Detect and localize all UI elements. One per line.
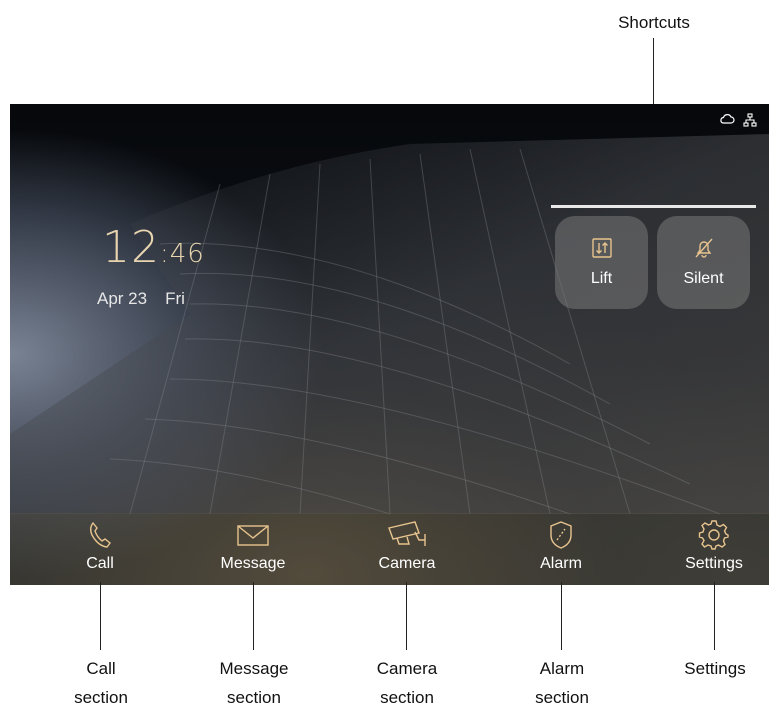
- clock-separator: :: [160, 239, 170, 269]
- call-callout-line1: Call: [86, 659, 116, 678]
- date-day-month: Apr 23: [97, 289, 148, 308]
- shortcut-silent-label: Silent: [683, 270, 724, 287]
- settings-callout-line1: Settings: [684, 659, 746, 678]
- cloud-icon: [719, 113, 735, 127]
- camera-callout-line1: Camera: [376, 659, 438, 678]
- shortcut-silent-button[interactable]: Silent: [657, 216, 750, 309]
- nav-alarm-button[interactable]: Alarm: [501, 517, 621, 581]
- shortcut-lift-button[interactable]: Lift: [555, 216, 648, 309]
- camera-callout-line: [406, 582, 407, 650]
- nav-camera-button[interactable]: Camera: [347, 517, 467, 581]
- phone-icon: [88, 517, 112, 553]
- shortcut-lift-label: Lift: [590, 270, 613, 287]
- nav-settings-button[interactable]: Settings: [654, 517, 769, 581]
- message-callout-line: [253, 582, 254, 650]
- clock: 12:46: [102, 222, 205, 273]
- nav-call-button[interactable]: Call: [40, 517, 160, 581]
- date-weekday: Fri: [165, 289, 185, 308]
- nav-alarm-label: Alarm: [540, 555, 582, 572]
- call-callout-label: Call section: [74, 654, 128, 712]
- call-callout-line: [100, 582, 101, 650]
- nav-message-label: Message: [220, 555, 286, 572]
- network-icon: [743, 113, 757, 127]
- settings-callout-line: [714, 582, 715, 650]
- nav-camera-label: Camera: [378, 555, 436, 572]
- envelope-icon: [236, 517, 270, 553]
- clock-hours: 12: [102, 222, 160, 273]
- shortcuts-callout-label: Shortcuts: [618, 13, 690, 32]
- shield-icon: [548, 517, 574, 553]
- nav-message-button[interactable]: Message: [193, 517, 313, 581]
- alarm-callout-line: [561, 582, 562, 650]
- nav-call-label: Call: [86, 555, 114, 572]
- home-screen: 12:46 Apr 23 Fri Lift Silent Call Messag…: [10, 104, 769, 585]
- bell-off-icon: [693, 237, 715, 264]
- clock-minutes: 46: [169, 239, 205, 269]
- camera-callout-label: Camera section: [377, 654, 437, 712]
- settings-callout-label: Settings: [684, 654, 745, 683]
- message-callout-line1: Message: [219, 659, 289, 678]
- nav-settings-label: Settings: [685, 555, 743, 572]
- gear-icon: [698, 517, 730, 553]
- shortcuts-callout-bar: [551, 205, 756, 208]
- message-callout-label: Message section: [220, 654, 289, 712]
- date: Apr 23 Fri: [97, 289, 185, 309]
- cctv-camera-icon: [385, 517, 429, 553]
- alarm-callout-label: Alarm section: [535, 654, 589, 712]
- status-icons: [719, 113, 757, 127]
- alarm-callout-line1: Alarm: [539, 659, 585, 678]
- lift-icon: [591, 237, 613, 264]
